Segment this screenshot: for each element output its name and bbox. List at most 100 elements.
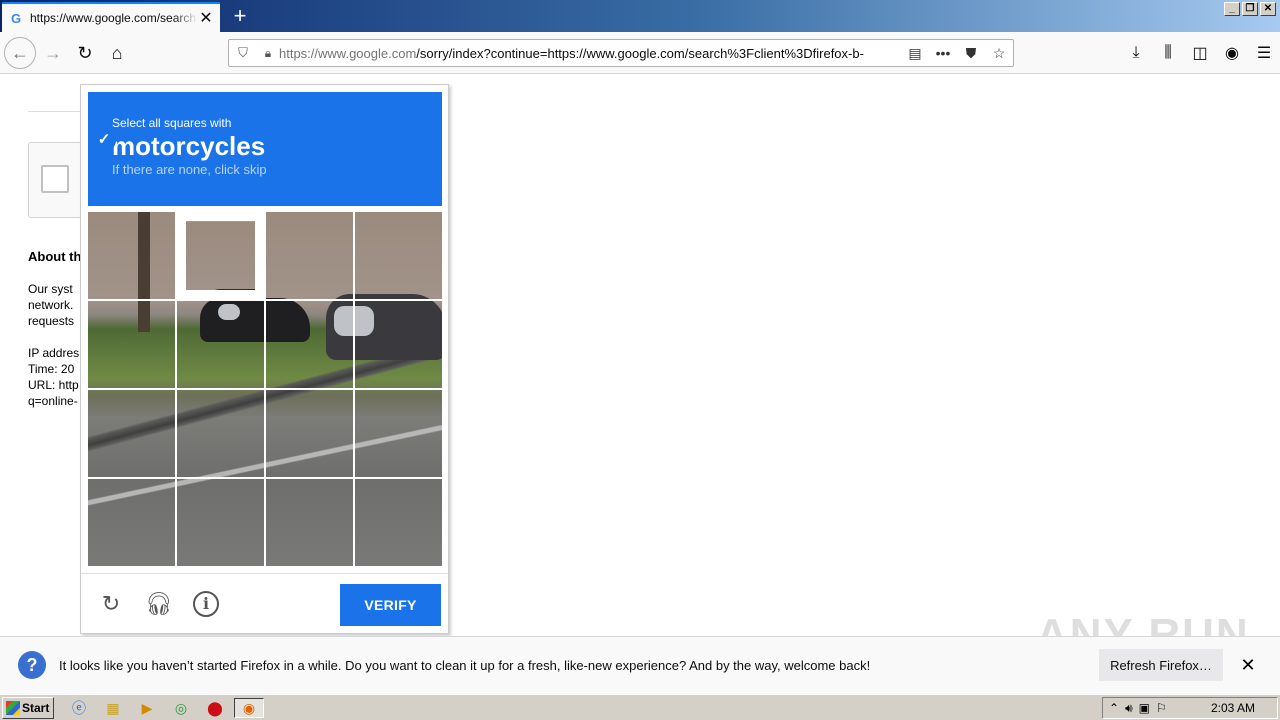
tile-image <box>355 212 442 299</box>
verify-button[interactable]: VERIFY <box>340 584 441 626</box>
info-icon[interactable]: i <box>193 591 219 617</box>
tab-close-icon[interactable]: ✕ <box>198 8 214 28</box>
toolbar-right: ⤓ ⫼ ◫ ◉ ☰ <box>1120 32 1280 74</box>
captcha-footer: ↻ 🎧︎ i VERIFY <box>81 573 448 633</box>
about-title: About th <box>28 249 82 264</box>
notification-bar: ? It looks like you haven’t started Fire… <box>0 636 1280 694</box>
menu-icon[interactable]: ☰ <box>1248 43 1280 63</box>
captcha-header: Select all squares with motorcycles If t… <box>88 92 442 206</box>
network-icon[interactable]: ▣ <box>1139 701 1150 715</box>
captcha-target: motorcycles <box>112 131 266 161</box>
close-notification-icon[interactable]: ✕ <box>1238 655 1258 675</box>
taskbar: Start ⓔ ▦ ▶ ◎ ⬤ ◉ ⌃ 🔊︎ ▣ ⚐ 2:03 AM <box>0 694 1280 720</box>
tab-title: https://www.google.com/search?c <box>30 11 198 25</box>
reload-challenge-icon[interactable]: ↻ <box>97 590 125 618</box>
divider <box>28 111 88 112</box>
captcha-tile[interactable] <box>266 301 353 388</box>
recaptcha-checkbox[interactable] <box>41 165 69 193</box>
new-tab-icon[interactable]: + <box>228 4 252 28</box>
lock-icon[interactable]: 🔒︎ <box>257 46 279 61</box>
captcha-image-grid <box>88 212 442 566</box>
system-tray: ⌃ 🔊︎ ▣ ⚐ 2:03 AM <box>1102 697 1278 719</box>
captcha-tile[interactable] <box>266 390 353 477</box>
refresh-firefox-button[interactable]: Refresh Firefox… <box>1099 649 1223 681</box>
explorer-icon[interactable]: ▦ <box>102 698 124 718</box>
about-line: network. <box>28 298 74 312</box>
captcha-tile[interactable] <box>88 479 175 566</box>
headphones-icon[interactable]: 🎧︎ <box>145 590 173 618</box>
url-path: /sorry/index?continue=https://www.google… <box>416 45 864 61</box>
tile-image <box>177 390 264 477</box>
question-icon: ? <box>18 651 46 679</box>
tray-expand-icon[interactable]: ⌃ <box>1109 701 1119 715</box>
close-window-icon[interactable]: ✕ <box>1260 2 1276 16</box>
captcha-tile[interactable] <box>266 479 353 566</box>
about-line: Our syst <box>28 282 73 296</box>
url-host: https://www.google.com <box>279 45 417 61</box>
about-line: URL: http <box>28 378 79 392</box>
chrome-icon[interactable]: ◎ <box>170 698 192 718</box>
tile-image <box>88 390 175 477</box>
flag-icon[interactable]: ⚐ <box>1156 701 1167 715</box>
navigation-toolbar: ← → ↻ ⌂ ⛉ 🔒︎ https://www.google.com/sorr… <box>0 32 1280 74</box>
reload-icon[interactable]: ↻ <box>70 38 100 68</box>
home-icon[interactable]: ⌂ <box>102 38 132 68</box>
tile-image <box>355 390 442 477</box>
captcha-tile[interactable] <box>355 212 442 299</box>
captcha-challenge: Select all squares with motorcycles If t… <box>80 84 449 634</box>
account-icon[interactable]: ◉ <box>1216 43 1248 63</box>
ie-icon[interactable]: ⓔ <box>68 698 90 718</box>
notification-message: It looks like you haven’t started Firefo… <box>59 658 871 673</box>
captcha-tile[interactable] <box>177 301 264 388</box>
browser-tab[interactable]: G https://www.google.com/search?c ✕ <box>2 2 220 32</box>
captcha-tile[interactable] <box>177 390 264 477</box>
tracking-shield-icon[interactable]: ⛉ <box>229 45 257 61</box>
tile-image <box>266 212 353 299</box>
restore-icon[interactable]: ❐ <box>1242 2 1258 16</box>
url-text[interactable]: https://www.google.com/sorry/index?conti… <box>279 46 901 61</box>
library-icon[interactable]: ⫼ <box>1152 44 1184 62</box>
opera-icon[interactable]: ⬤ <box>204 698 226 718</box>
back-icon[interactable]: ← <box>4 37 36 69</box>
tile-image <box>355 301 442 388</box>
tile-image <box>266 301 353 388</box>
tile-image <box>266 390 353 477</box>
google-favicon-icon: G <box>10 10 22 26</box>
captcha-instruction: Select all squares with <box>112 116 232 130</box>
page-actions-icon[interactable]: ••• <box>929 45 957 61</box>
tile-image <box>186 221 255 290</box>
about-text: Our syst network. requests IP addres Tim… <box>28 281 79 409</box>
clock: 2:03 AM <box>1210 701 1255 715</box>
reader-view-icon[interactable]: ▤ <box>901 45 929 62</box>
tile-image <box>88 479 175 566</box>
captcha-tile[interactable] <box>88 212 175 299</box>
downloads-icon[interactable]: ⤓ <box>1120 44 1152 62</box>
volume-icon[interactable]: 🔊︎ <box>1125 701 1133 716</box>
bookmark-star-icon[interactable]: ☆ <box>985 45 1013 62</box>
captcha-tile[interactable] <box>88 301 175 388</box>
pocket-icon[interactable]: ⛊ <box>957 45 985 62</box>
captcha-tile[interactable] <box>355 390 442 477</box>
captcha-tile[interactable] <box>177 212 264 299</box>
about-line: q=online- <box>28 394 78 408</box>
minimize-icon[interactable]: _ <box>1224 2 1240 16</box>
captcha-tile[interactable] <box>355 301 442 388</box>
captcha-hint: If there are none, click skip <box>112 162 267 177</box>
about-line: IP addres <box>28 346 80 360</box>
captcha-tile[interactable] <box>88 390 175 477</box>
captcha-tile[interactable] <box>177 479 264 566</box>
start-button[interactable]: Start <box>2 697 54 719</box>
recaptcha-widget <box>28 142 88 218</box>
tile-image <box>88 212 175 299</box>
captcha-tile[interactable] <box>266 212 353 299</box>
forward-icon[interactable]: → <box>38 38 68 68</box>
media-player-icon[interactable]: ▶ <box>136 698 158 718</box>
tile-image <box>177 301 264 388</box>
windows-logo-icon <box>6 701 20 715</box>
sidebar-icon[interactable]: ◫ <box>1184 43 1216 63</box>
selected-check-icon: ✓ <box>92 128 116 152</box>
captcha-tile[interactable] <box>355 479 442 566</box>
firefox-icon[interactable]: ◉ <box>234 698 264 718</box>
url-bar[interactable]: ⛉ 🔒︎ https://www.google.com/sorry/index?… <box>228 39 1014 67</box>
tile-image <box>88 301 175 388</box>
